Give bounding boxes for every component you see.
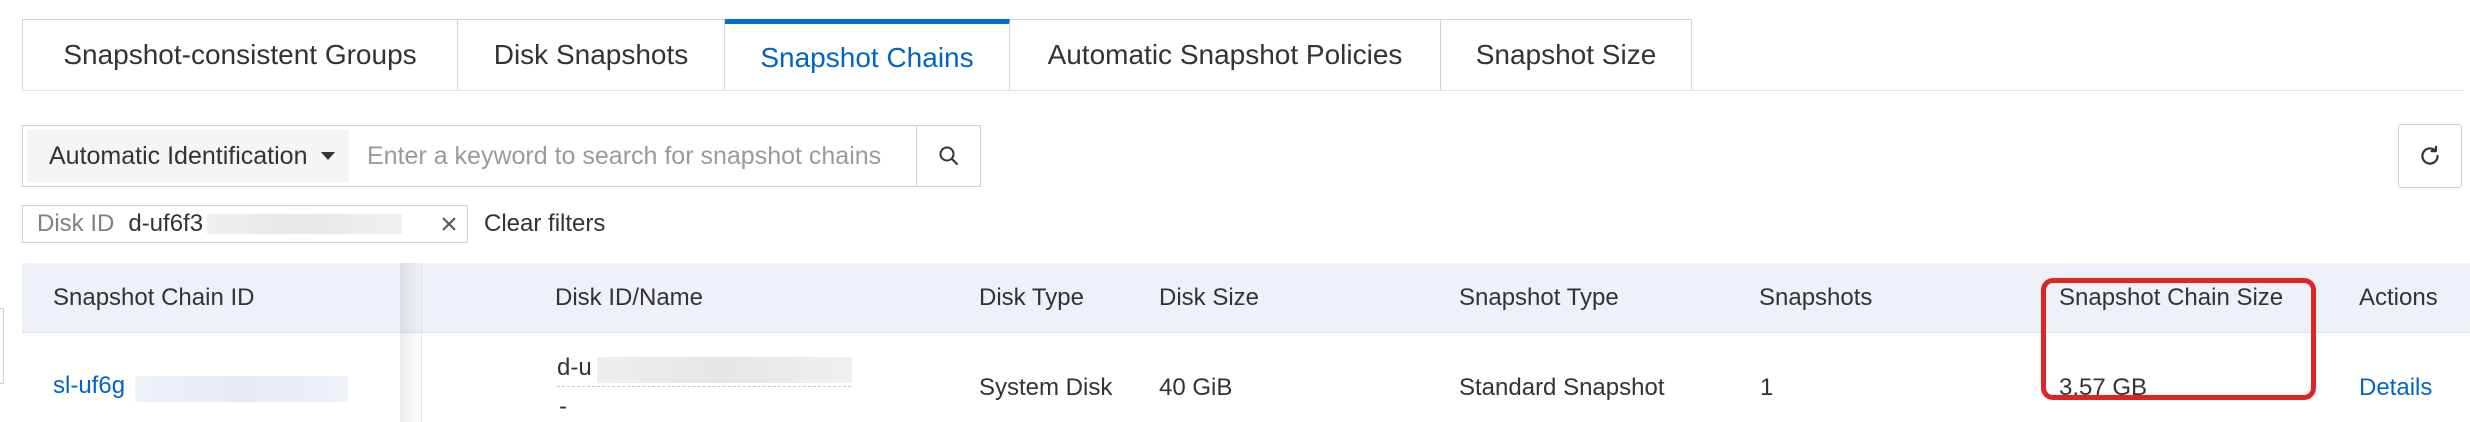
column-header-actions: Actions: [2359, 284, 2438, 311]
annotation-highlight-box: [2041, 278, 2316, 400]
fixed-column-shadow: [400, 263, 422, 422]
tab-disk-snapshots[interactable]: Disk Snapshots: [458, 19, 725, 91]
disk-size-cell: 40 GiB: [1159, 374, 1233, 401]
search-type-label: Automatic Identification: [49, 141, 308, 170]
tab-bar: Snapshot-consistent Groups Disk Snapshot…: [22, 19, 1692, 92]
snapshots-count-cell: 1: [1760, 374, 1774, 401]
tab-snapshot-chains[interactable]: Snapshot Chains: [725, 19, 1010, 92]
search-type-select[interactable]: Automatic Identification: [23, 126, 353, 186]
snapshot-chain-id-link[interactable]: sl-uf6g: [53, 372, 125, 400]
tab-snapshot-size[interactable]: Snapshot Size: [1441, 19, 1692, 91]
disk-name-text: -: [559, 393, 567, 420]
redaction-mask: [207, 214, 403, 234]
refresh-button[interactable]: [2398, 124, 2462, 188]
caret-down-icon: [321, 152, 336, 160]
disk-type-cell: System Disk: [979, 374, 1113, 401]
column-header-snapshots[interactable]: Snapshots: [1759, 263, 1872, 333]
details-link[interactable]: Details: [2359, 374, 2432, 402]
filter-chip-disk-id: Disk ID d-uf6f3: [22, 205, 468, 243]
tab-divider: [22, 90, 2464, 91]
search-input[interactable]: [353, 126, 916, 186]
disk-id-underline: [557, 386, 851, 387]
fixed-column-divider: [421, 263, 422, 422]
column-header-snapshot-type[interactable]: Snapshot Type: [1459, 263, 1619, 333]
remove-filter-button[interactable]: [431, 206, 467, 242]
column-header-snapshot-chain-id[interactable]: Snapshot Chain ID: [53, 263, 254, 333]
search-bar: Automatic Identification: [22, 125, 981, 187]
left-edge-handle: [0, 308, 4, 384]
filter-chip-key: Disk ID: [37, 210, 115, 237]
tab-snapshot-consistent-groups[interactable]: Snapshot-consistent Groups: [22, 19, 458, 91]
search-button[interactable]: [916, 126, 980, 186]
close-icon: [442, 217, 456, 231]
redaction-mask: [597, 357, 852, 383]
snapshot-type-cell: Standard Snapshot: [1459, 374, 1665, 401]
search-icon: [939, 146, 958, 165]
column-header-disk-size[interactable]: Disk Size: [1159, 263, 1259, 333]
clear-filters-link[interactable]: Clear filters: [484, 210, 605, 238]
refresh-icon: [2421, 145, 2439, 165]
redaction-mask: [135, 376, 348, 402]
disk-id-text[interactable]: d-u: [557, 354, 592, 382]
tab-automatic-snapshot-policies[interactable]: Automatic Snapshot Policies: [1010, 19, 1441, 91]
filter-chip-value: d-uf6f3: [128, 210, 204, 237]
column-header-disk-id-name[interactable]: Disk ID/Name: [555, 263, 703, 333]
column-header-disk-type[interactable]: Disk Type: [979, 263, 1084, 333]
